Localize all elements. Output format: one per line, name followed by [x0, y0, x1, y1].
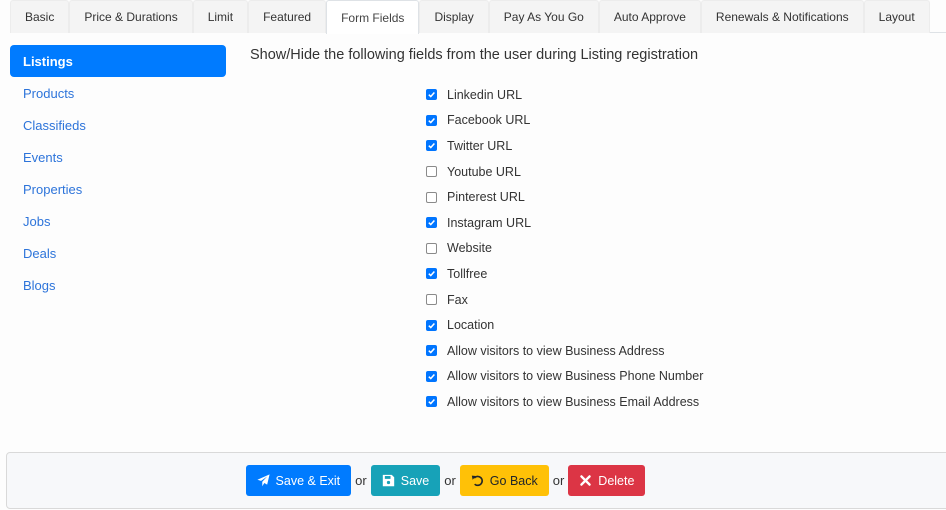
sidebar-item-deals[interactable]: Deals — [10, 237, 226, 269]
or-separator: or — [552, 473, 565, 488]
field-label: Website — [447, 241, 492, 256]
go-back-label: Go Back — [489, 473, 538, 488]
tab-price-durations[interactable]: Price & Durations — [69, 0, 193, 33]
checkbox-checked[interactable] — [426, 319, 437, 331]
or-separator: or — [444, 473, 456, 488]
tab-renewals-notifications[interactable]: Renewals & Notifications — [700, 0, 864, 33]
field-label: Allow visitors to view Business Address — [447, 343, 665, 358]
checkbox-checked[interactable] — [426, 396, 437, 408]
save-button[interactable]: Save — [370, 465, 441, 496]
checkbox-checked[interactable] — [426, 345, 437, 357]
tab-display[interactable]: Display — [419, 0, 489, 33]
floppy-disk-icon — [382, 474, 394, 487]
field-option[interactable]: Allow visitors to view Business Address — [425, 338, 703, 364]
paper-plane-icon — [256, 474, 270, 487]
delete-label: Delete — [598, 473, 635, 488]
checkbox-checked[interactable] — [426, 140, 437, 152]
field-label: Fax — [447, 292, 468, 307]
settings-tabs: Basic Price & Durations Limit Featured Form … — [10, 0, 946, 34]
field-label: Pinterest URL — [447, 190, 525, 205]
field-option[interactable]: Fax — [425, 287, 703, 313]
field-option[interactable]: Twitter URL — [425, 133, 703, 159]
field-label: Instagram URL — [447, 215, 532, 230]
field-label: Tollfree — [447, 266, 488, 281]
tab-pay-as-you-go[interactable]: Pay As You Go — [488, 0, 599, 33]
field-option[interactable]: Linkedin URL — [425, 82, 703, 108]
checkbox-checked[interactable] — [426, 217, 437, 229]
field-label: Location — [447, 318, 495, 333]
field-label: Allow visitors to view Business Email Ad… — [447, 394, 700, 409]
or-separator: or — [355, 473, 367, 488]
sidebar-item-listings[interactable]: Listings — [10, 45, 226, 77]
field-option[interactable]: Youtube URL — [425, 159, 703, 185]
tab-auto-approve[interactable]: Auto Approve — [598, 0, 701, 33]
sidebar-item-products[interactable]: Products — [10, 77, 226, 109]
field-label: Facebook URL — [447, 113, 531, 128]
field-option[interactable]: Instagram URL — [425, 210, 703, 236]
tab-layout[interactable]: Layout — [863, 0, 930, 33]
field-label: Linkedin URL — [447, 87, 523, 102]
sidebar-item-properties[interactable]: Properties — [10, 173, 226, 205]
undo-icon — [471, 475, 483, 487]
checkbox-checked[interactable] — [426, 370, 437, 382]
checkbox-unchecked[interactable] — [426, 191, 437, 203]
tab-limit[interactable]: Limit — [192, 0, 249, 33]
checkbox-checked[interactable] — [426, 89, 437, 101]
action-footer: Save & Exit or Save or Go Back or Delete — [6, 452, 946, 509]
save-exit-button[interactable]: Save & Exit — [245, 465, 352, 496]
tab-featured[interactable]: Featured — [248, 0, 327, 33]
field-option[interactable]: Allow visitors to view Business Email Ad… — [425, 389, 703, 415]
field-visibility-list: Linkedin URL Facebook URL Twitter URL Youtu… — [425, 82, 703, 415]
field-option[interactable]: Location — [425, 312, 703, 338]
sidebar-item-events[interactable]: Events — [10, 141, 226, 173]
delete-button[interactable]: Delete — [568, 465, 646, 496]
tab-form-fields[interactable]: Form Fields — [326, 0, 420, 34]
sidebar: Listings Products Classifieds Events Propert… — [10, 45, 226, 301]
checkbox-checked[interactable] — [426, 268, 437, 280]
field-option[interactable]: Pinterest URL — [425, 184, 703, 210]
sidebar-item-jobs[interactable]: Jobs — [10, 205, 226, 237]
field-option[interactable]: Facebook URL — [425, 108, 703, 134]
field-label: Youtube URL — [447, 164, 521, 179]
checkbox-checked[interactable] — [426, 114, 437, 126]
checkbox-unchecked[interactable] — [426, 294, 437, 306]
times-icon — [580, 475, 592, 486]
sidebar-item-blogs[interactable]: Blogs — [10, 269, 226, 301]
field-option[interactable]: Tollfree — [425, 261, 703, 287]
save-exit-label: Save & Exit — [275, 473, 341, 488]
field-option[interactable]: Website — [425, 236, 703, 262]
field-label: Twitter URL — [447, 138, 513, 153]
sidebar-item-classifieds[interactable]: Classifieds — [10, 109, 226, 141]
save-label: Save — [400, 473, 430, 488]
page-heading: Show/Hide the following fields from the … — [250, 47, 699, 63]
field-option[interactable]: Allow visitors to view Business Phone Nu… — [425, 364, 703, 390]
go-back-button[interactable]: Go Back — [459, 465, 549, 496]
checkbox-unchecked[interactable] — [426, 166, 437, 178]
checkbox-unchecked[interactable] — [426, 242, 437, 254]
tab-basic[interactable]: Basic — [10, 0, 70, 33]
field-label: Allow visitors to view Business Phone Nu… — [447, 369, 704, 384]
